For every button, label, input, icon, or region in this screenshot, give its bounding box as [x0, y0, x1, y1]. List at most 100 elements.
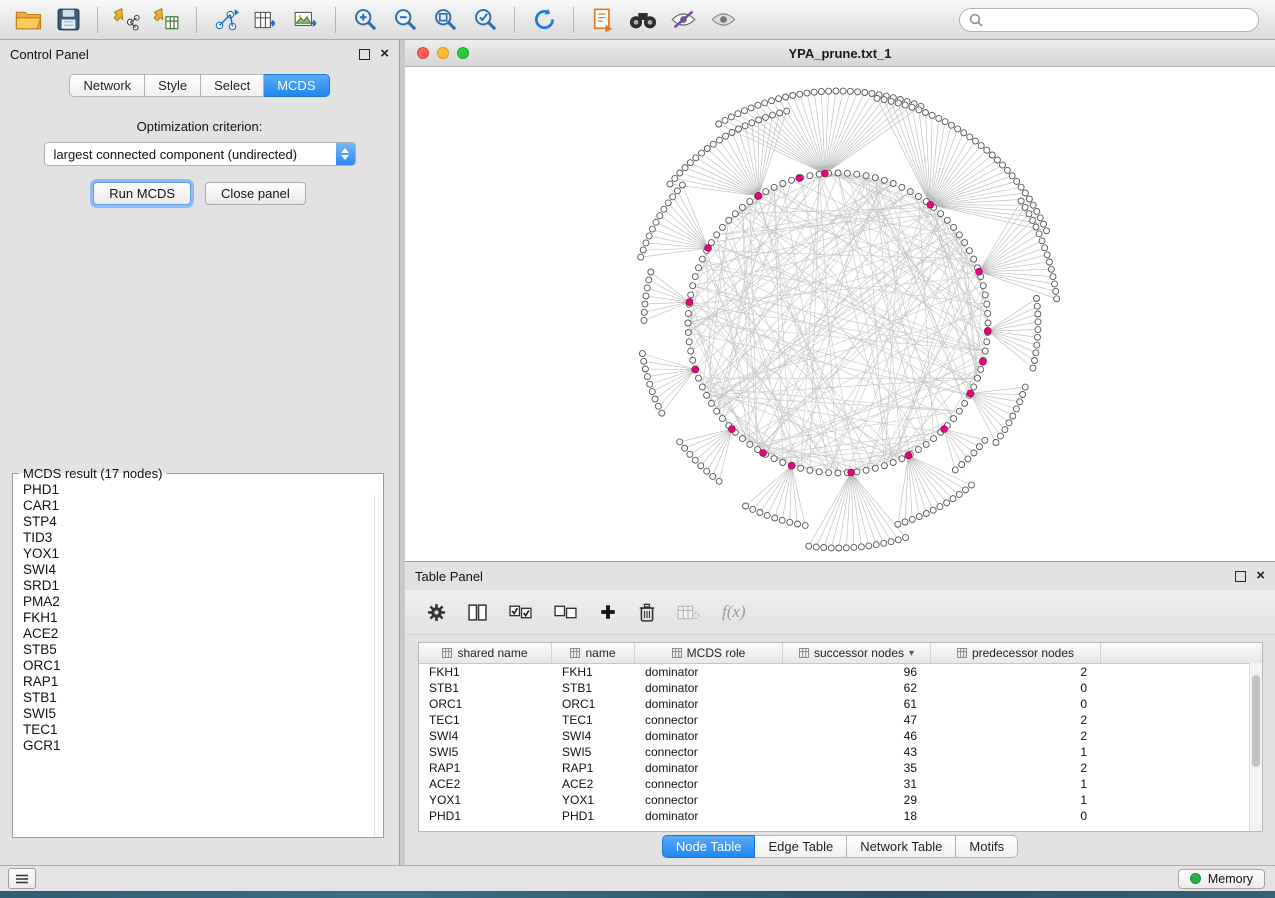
status-bar: Memory: [0, 865, 1275, 891]
close-control-panel-icon[interactable]: ×: [380, 48, 389, 60]
cell-successor-nodes: 62: [783, 681, 931, 695]
search-network-button[interactable]: [625, 5, 661, 35]
control-panel-header: Control Panel ×: [0, 40, 399, 68]
result-node[interactable]: SWI5: [23, 706, 383, 722]
result-node[interactable]: SRD1: [23, 578, 383, 594]
float-panel-icon[interactable]: [359, 49, 370, 60]
result-node[interactable]: SWI4: [23, 562, 383, 578]
result-node[interactable]: ACE2: [23, 626, 383, 642]
table-row[interactable]: SWI5SWI5connector431: [419, 744, 1262, 760]
list-icon: [15, 874, 29, 884]
import-network-icon: [114, 8, 140, 32]
table-row[interactable]: STB1STB1dominator620: [419, 680, 1262, 696]
table-row[interactable]: ACE2ACE2connector311: [419, 776, 1262, 792]
tab-network-table[interactable]: Network Table: [847, 835, 956, 858]
result-node[interactable]: PHD1: [23, 482, 383, 498]
column-header-shared-name[interactable]: shared name: [419, 643, 552, 663]
result-node[interactable]: RAP1: [23, 674, 383, 690]
close-panel-button[interactable]: Close panel: [205, 182, 306, 205]
open-session-button[interactable]: [10, 5, 46, 35]
close-window-button[interactable]: [417, 47, 429, 59]
delete-row-button[interactable]: [639, 603, 655, 622]
hide-selection-button[interactable]: [665, 5, 701, 35]
export-network-icon: [213, 8, 239, 32]
network-titlebar[interactable]: YPA_prune.txt_1: [405, 40, 1275, 67]
delete-table-button[interactable]: [677, 605, 700, 620]
function-builder-button[interactable]: f(x): [722, 602, 746, 622]
result-node[interactable]: ORC1: [23, 658, 383, 674]
cell-predecessor-nodes: 2: [931, 729, 1101, 743]
result-node[interactable]: FKH1: [23, 610, 383, 626]
apply-layout-button[interactable]: [526, 5, 562, 35]
result-node[interactable]: PMA2: [23, 594, 383, 610]
zoom-fit-button[interactable]: [427, 5, 463, 35]
table-row[interactable]: PHD1PHD1dominator180: [419, 808, 1262, 824]
open-folder-icon: [15, 9, 42, 31]
table-row[interactable]: FKH1FKH1dominator962: [419, 664, 1262, 680]
column-header-predecessor-nodes[interactable]: predecessor nodes: [931, 643, 1101, 663]
result-scrollbar[interactable]: [374, 495, 383, 837]
import-network-button[interactable]: [109, 5, 145, 35]
table-row[interactable]: ORC1ORC1dominator610: [419, 696, 1262, 712]
tab-mcds[interactable]: MCDS: [264, 74, 329, 97]
result-node[interactable]: STP4: [23, 514, 383, 530]
table-row[interactable]: TEC1TEC1connector472: [419, 712, 1262, 728]
add-row-button[interactable]: [599, 603, 617, 621]
search-box[interactable]: [959, 8, 1259, 32]
close-table-panel-icon[interactable]: ×: [1256, 570, 1265, 582]
zoom-in-button[interactable]: [347, 5, 383, 35]
table-settings-button[interactable]: [427, 603, 446, 622]
network-canvas[interactable]: [405, 67, 1273, 561]
search-input[interactable]: [989, 11, 1249, 28]
export-network-button[interactable]: [208, 5, 244, 35]
result-node[interactable]: STB1: [23, 690, 383, 706]
minimize-window-button[interactable]: [437, 47, 449, 59]
maximize-window-button[interactable]: [457, 47, 469, 59]
tab-edge-table[interactable]: Edge Table: [755, 835, 847, 858]
cell-successor-nodes: 96: [783, 665, 931, 679]
column-header-successor-nodes[interactable]: successor nodes▾: [783, 643, 931, 663]
show-selection-button[interactable]: [705, 5, 741, 35]
cell-MCDS-role: connector: [635, 745, 783, 759]
result-node[interactable]: STB5: [23, 642, 383, 658]
export-table-button[interactable]: [248, 5, 284, 35]
table-row[interactable]: SWI4SWI4dominator462: [419, 728, 1262, 744]
scrollbar-thumb[interactable]: [1252, 675, 1260, 767]
toolbar-separator: [97, 7, 98, 33]
export-image-button[interactable]: [288, 5, 324, 35]
select-all-button[interactable]: [509, 605, 532, 620]
show-columns-button[interactable]: [468, 604, 487, 621]
column-grid-icon: [957, 648, 967, 658]
deselect-all-button[interactable]: [554, 605, 577, 620]
column-header-filler: [1101, 643, 1262, 663]
table-scrollbar[interactable]: [1249, 663, 1262, 831]
import-table-button[interactable]: [149, 5, 185, 35]
optimization-dropdown[interactable]: largest connected component (undirected): [44, 142, 356, 166]
column-grid-icon: [672, 648, 682, 658]
table-row[interactable]: RAP1RAP1dominator352: [419, 760, 1262, 776]
save-session-button[interactable]: [50, 5, 86, 35]
column-header-name[interactable]: name: [552, 643, 635, 663]
zoom-selected-button[interactable]: [467, 5, 503, 35]
zoom-out-button[interactable]: [387, 5, 423, 35]
tab-node-table[interactable]: Node Table: [662, 835, 756, 858]
table-row[interactable]: YOX1YOX1connector291: [419, 792, 1262, 808]
column-header-MCDS-role[interactable]: MCDS role: [635, 643, 783, 663]
tab-select[interactable]: Select: [201, 74, 264, 97]
table-header-row: shared namenameMCDS rolesuccessor nodes▾…: [419, 643, 1262, 664]
result-node[interactable]: CAR1: [23, 498, 383, 514]
tab-style[interactable]: Style: [145, 74, 201, 97]
float-table-panel-icon[interactable]: [1235, 571, 1246, 582]
result-node[interactable]: GCR1: [23, 738, 383, 754]
share-document-icon: [591, 7, 615, 33]
task-history-button[interactable]: [8, 868, 36, 889]
tab-motifs[interactable]: Motifs: [956, 835, 1018, 858]
share-document-button[interactable]: [585, 5, 621, 35]
run-mcds-button[interactable]: Run MCDS: [93, 182, 191, 205]
result-node[interactable]: TID3: [23, 530, 383, 546]
result-node[interactable]: YOX1: [23, 546, 383, 562]
tab-network[interactable]: Network: [69, 74, 145, 97]
result-node[interactable]: TEC1: [23, 722, 383, 738]
cell-predecessor-nodes: 0: [931, 681, 1101, 695]
memory-button[interactable]: Memory: [1178, 869, 1265, 889]
